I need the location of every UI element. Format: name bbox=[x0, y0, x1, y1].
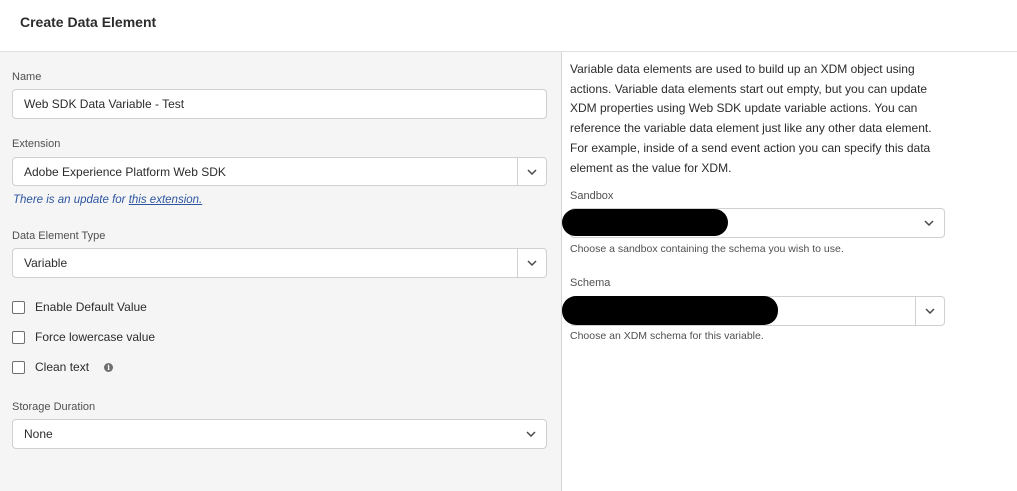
force-lowercase-checkbox[interactable]: Force lowercase value bbox=[12, 330, 155, 344]
checkbox-label: Force lowercase value bbox=[35, 330, 156, 344]
checkbox-box[interactable] bbox=[12, 300, 25, 314]
checkbox-label: Clean text bbox=[35, 360, 90, 374]
extension-label: Extension bbox=[12, 138, 61, 150]
sandbox-dropdown[interactable] bbox=[922, 209, 936, 237]
type-label: Data Element Type bbox=[12, 230, 106, 242]
chevron-down-icon bbox=[526, 431, 536, 437]
extension-select[interactable]: Adobe Experience Platform Web SDK bbox=[12, 157, 547, 186]
update-extension-link[interactable]: this extension. bbox=[129, 194, 203, 206]
variable-description: Variable data elements are used to build… bbox=[570, 62, 932, 175]
chevron-down-icon bbox=[924, 220, 934, 226]
redaction-mark bbox=[562, 209, 728, 236]
storage-duration-value: None bbox=[24, 427, 53, 441]
type-dropdown-button[interactable] bbox=[517, 249, 546, 277]
page-title: Create Data Element bbox=[20, 14, 157, 30]
clean-text-checkbox[interactable]: Clean text i bbox=[12, 360, 114, 374]
update-notice-text: There is an update for bbox=[13, 194, 129, 206]
extension-dropdown-button[interactable] bbox=[517, 158, 546, 185]
enable-default-value-checkbox[interactable]: Enable Default Value bbox=[12, 300, 147, 314]
name-input[interactable] bbox=[24, 90, 546, 118]
info-icon[interactable]: i bbox=[104, 362, 114, 372]
left-panel: Name Extension Adobe Experience Platform… bbox=[0, 52, 562, 491]
chevron-down-icon bbox=[527, 168, 537, 175]
storage-duration-select[interactable]: None bbox=[12, 419, 547, 449]
checkbox-label: Enable Default Value bbox=[35, 300, 147, 314]
name-field[interactable] bbox=[12, 89, 547, 119]
name-label: Name bbox=[12, 71, 42, 83]
schema-help-text: Choose an XDM schema for this variable. bbox=[570, 330, 764, 342]
redaction-mark bbox=[562, 296, 778, 325]
storage-duration-dropdown[interactable] bbox=[524, 420, 538, 448]
dialog-header: Create Data Element bbox=[0, 0, 1017, 52]
schema-label: Schema bbox=[570, 277, 611, 289]
schema-dropdown-button[interactable] bbox=[915, 297, 944, 325]
chevron-down-icon bbox=[527, 260, 537, 266]
storage-duration-label: Storage Duration bbox=[12, 401, 96, 413]
update-notice: There is an update for this extension. bbox=[13, 194, 202, 206]
right-panel: Variable data elements are used to build… bbox=[562, 52, 1017, 491]
type-value: Variable bbox=[24, 256, 68, 270]
sandbox-help-text: Choose a sandbox containing the schema y… bbox=[570, 243, 844, 255]
chevron-down-icon bbox=[925, 308, 935, 314]
checkbox-box[interactable] bbox=[12, 330, 25, 344]
type-select[interactable]: Variable bbox=[12, 248, 547, 278]
extension-value: Adobe Experience Platform Web SDK bbox=[24, 164, 226, 179]
checkbox-box[interactable] bbox=[12, 360, 25, 374]
sandbox-label: Sandbox bbox=[570, 190, 614, 202]
